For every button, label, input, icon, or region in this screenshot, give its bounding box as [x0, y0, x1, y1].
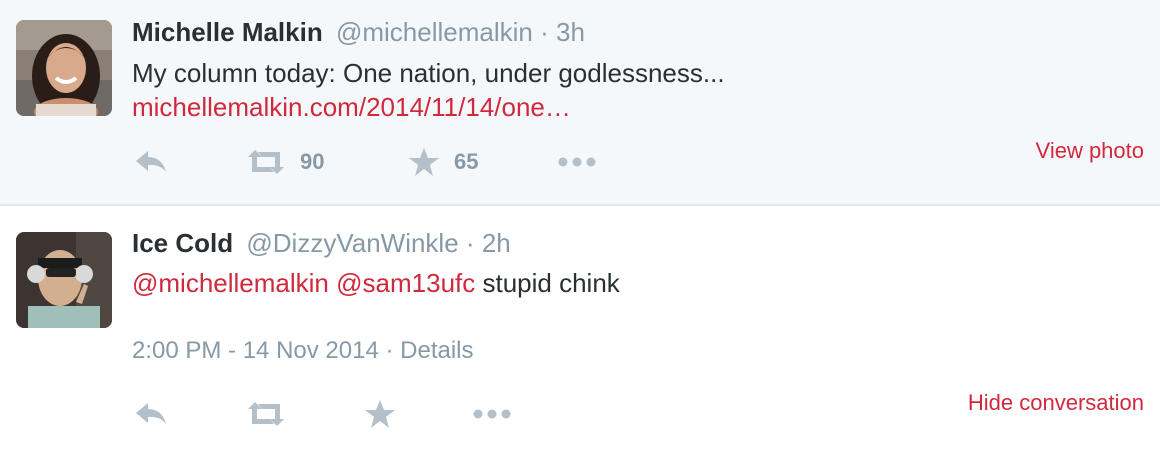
more-dots-icon: [558, 157, 596, 167]
timestamp-link[interactable]: 3h: [556, 17, 585, 47]
hide-conversation-link[interactable]: Hide conversation: [968, 389, 1144, 417]
separator: ·: [385, 337, 394, 364]
tweet-header: Ice Cold @DizzyVanWinkle · 2h: [132, 228, 511, 258]
avatar-photo-icon: [16, 232, 112, 328]
mention-link[interactable]: @sam13ufc: [336, 268, 475, 298]
tweet-text-line: stupid chink: [475, 268, 620, 298]
mention-link[interactable]: @michellemalkin: [132, 268, 329, 298]
timestamp-link[interactable]: 2h: [482, 228, 511, 258]
fullname[interactable]: Ice Cold: [132, 228, 233, 258]
avatar[interactable]: [16, 232, 112, 328]
retweet-button[interactable]: 90: [246, 146, 324, 178]
tweet-text: My column today: One nation, under godle…: [132, 56, 725, 124]
retweet-button[interactable]: [246, 398, 286, 430]
favorite-button[interactable]: 65: [408, 146, 478, 178]
avatar[interactable]: [16, 20, 112, 116]
reply-button[interactable]: [134, 146, 168, 178]
tweet-actions: [132, 398, 652, 430]
fullname[interactable]: Michelle Malkin: [132, 17, 323, 47]
tweet-text: @michellemalkin @sam13ufc stupid chink: [132, 266, 620, 300]
tweet-url-link[interactable]: michellemalkin.com/2014/11/14/one…: [132, 92, 571, 122]
reply-icon: [136, 151, 166, 172]
favorite-button[interactable]: [364, 398, 396, 430]
tweet-meta: 2:00 PM - 14 Nov 2014 · Details: [132, 336, 474, 366]
tweet-header: Michelle Malkin @michellemalkin · 3h: [132, 17, 585, 47]
tweet-michelle-malkin[interactable]: Michelle Malkin @michellemalkin · 3h My …: [0, 0, 1160, 206]
separator: ·: [540, 17, 549, 47]
tweet-text-line: My column today: One nation, under godle…: [132, 58, 725, 88]
avatar-photo-icon: [16, 20, 112, 116]
separator: ·: [465, 228, 475, 258]
view-photo-link[interactable]: View photo: [1036, 137, 1144, 165]
retweet-icon: [248, 150, 284, 174]
star-icon: [365, 400, 395, 428]
timeline: Michelle Malkin @michellemalkin · 3h My …: [0, 0, 1160, 452]
more-button[interactable]: [472, 398, 512, 430]
favorite-count: 65: [454, 149, 479, 174]
more-dots-icon: [473, 409, 511, 419]
star-icon: [409, 148, 439, 176]
username[interactable]: @DizzyVanWinkle: [246, 228, 458, 258]
retweet-count: 90: [300, 149, 325, 174]
username[interactable]: @michellemalkin: [336, 17, 533, 47]
reply-button[interactable]: [134, 398, 168, 430]
tweet-ice-cold[interactable]: Ice Cold @DizzyVanWinkle · 2h @michellem…: [0, 206, 1160, 452]
reply-icon: [136, 403, 166, 424]
details-link[interactable]: Details: [400, 337, 473, 364]
tweet-actions: 90 65: [132, 146, 652, 178]
more-button[interactable]: [557, 146, 597, 178]
retweet-icon: [248, 402, 284, 426]
tweet-timestamp: 2:00 PM - 14 Nov 2014: [132, 337, 379, 364]
